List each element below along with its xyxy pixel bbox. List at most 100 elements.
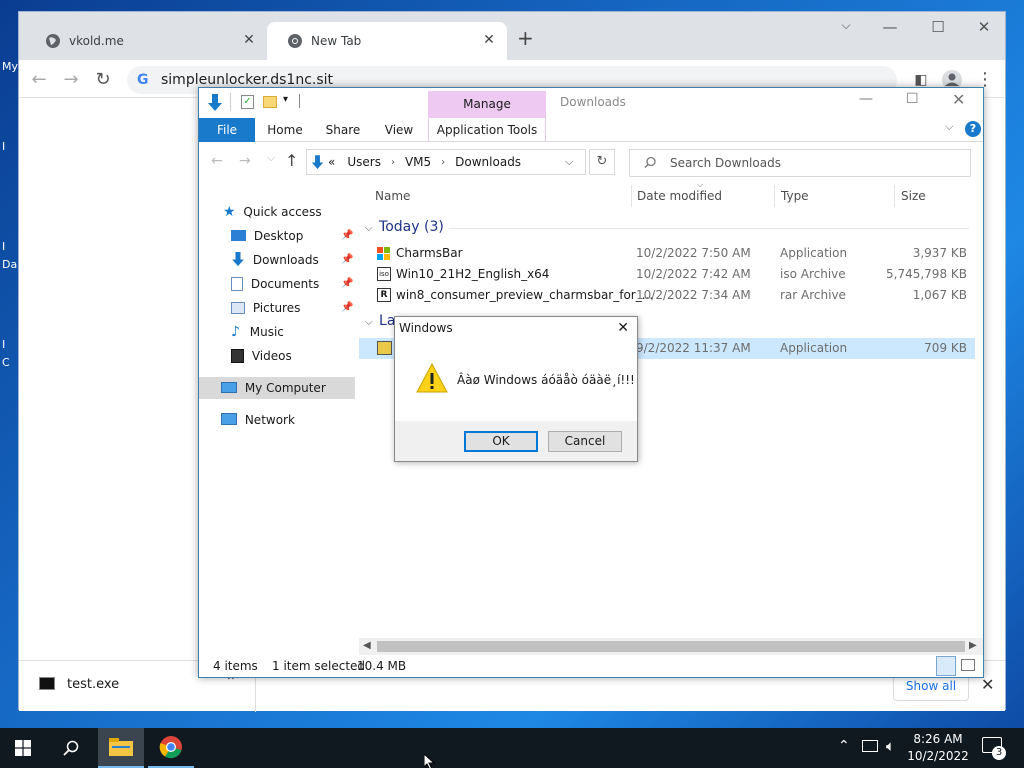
nav-label: Pictures bbox=[252, 301, 301, 315]
back-button[interactable]: ← bbox=[211, 153, 223, 169]
tab-new-tab[interactable]: New Tab ✕ bbox=[267, 22, 507, 60]
up-button[interactable]: ↑ bbox=[285, 151, 298, 170]
scroll-right-icon[interactable]: ▶ bbox=[969, 640, 977, 651]
large-icons-view-icon[interactable] bbox=[961, 659, 975, 671]
chevron-down-icon: ⌵ bbox=[365, 223, 373, 234]
chrome-taskbar-button[interactable] bbox=[148, 728, 194, 768]
nav-network[interactable]: Network bbox=[221, 409, 295, 431]
properties-icon[interactable]: ✓ bbox=[241, 95, 254, 109]
group-label: La bbox=[379, 313, 396, 329]
table-row[interactable]: CharmsBar 10/2/2022 7:50 AM Application … bbox=[359, 243, 975, 264]
customize-quick-access-icon[interactable]: ▾ bbox=[283, 94, 288, 105]
recent-locations-icon[interactable]: ⌵ bbox=[267, 151, 275, 165]
nav-downloads[interactable]: Downloads 📌 bbox=[231, 249, 361, 271]
nav-music[interactable]: ♪ Music bbox=[231, 321, 284, 343]
breadcrumb-vm5[interactable]: VM5 bbox=[405, 155, 431, 169]
new-tab-button[interactable]: + bbox=[517, 26, 534, 50]
nav-quick-access[interactable]: ★ Quick access bbox=[223, 201, 322, 223]
close-window-button[interactable]: ✕ bbox=[969, 18, 999, 36]
scrollbar-thumb[interactable] bbox=[377, 641, 965, 652]
new-folder-icon[interactable] bbox=[263, 96, 277, 108]
maximize-button[interactable]: ☐ bbox=[923, 18, 953, 36]
clock-time: 8:26 AM bbox=[913, 732, 963, 746]
tab-file[interactable]: File bbox=[199, 118, 255, 142]
tab-share[interactable]: Share bbox=[319, 118, 367, 142]
dialog-title-bar: Windows ✕ bbox=[395, 317, 637, 341]
breadcrumb-downloads[interactable]: Downloads bbox=[455, 155, 521, 169]
nav-label: Music bbox=[249, 325, 284, 339]
close-icon[interactable]: ✕ bbox=[617, 317, 629, 339]
start-button[interactable] bbox=[0, 728, 46, 768]
forward-button[interactable]: → bbox=[239, 153, 251, 169]
music-icon: ♪ bbox=[231, 324, 240, 340]
pin-icon[interactable]: 📌 bbox=[341, 297, 353, 319]
column-date-modified[interactable]: Date modified bbox=[637, 189, 722, 203]
file-type: Application bbox=[780, 341, 848, 355]
file-date: 10/2/2022 7:50 AM bbox=[636, 246, 751, 260]
scroll-left-icon[interactable]: ◀ bbox=[363, 640, 371, 651]
details-view-icon[interactable] bbox=[936, 656, 956, 676]
down-arrow-icon[interactable] bbox=[207, 94, 223, 112]
horizontal-scrollbar[interactable]: ◀ ▶ bbox=[359, 638, 983, 655]
desktop-label: I bbox=[2, 240, 6, 253]
nav-my-computer[interactable]: My Computer bbox=[199, 377, 355, 399]
breadcrumb-users[interactable]: Users bbox=[347, 155, 381, 169]
navigation-pane: ★ Quick access Desktop 📌 Downloads 📌 Doc… bbox=[199, 181, 359, 651]
exe-file-icon bbox=[39, 677, 55, 690]
rar-icon: R bbox=[377, 288, 391, 302]
google-icon: G bbox=[137, 72, 149, 88]
column-size[interactable]: Size bbox=[901, 189, 926, 203]
expand-ribbon-icon[interactable]: ⌵ bbox=[945, 120, 953, 134]
nav-videos[interactable]: Videos bbox=[231, 345, 292, 367]
desktop-label: C bbox=[2, 356, 10, 369]
close-tab-icon[interactable]: ✕ bbox=[241, 32, 257, 48]
selection-count: 1 item selected bbox=[272, 659, 366, 673]
minimize-button[interactable]: — bbox=[859, 91, 873, 107]
pin-icon[interactable]: 📌 bbox=[341, 273, 353, 295]
network-tray-icon[interactable] bbox=[862, 740, 878, 752]
download-filename[interactable]: test.exe bbox=[67, 677, 119, 692]
group-header-today[interactable]: ⌵ Today (3) bbox=[365, 219, 969, 235]
column-name[interactable]: Name bbox=[375, 189, 410, 203]
clock-date: 10/2/2022 bbox=[907, 749, 969, 763]
help-icon[interactable]: ? bbox=[965, 121, 981, 137]
chevron-up-icon[interactable]: ⌃ bbox=[838, 738, 850, 754]
nav-pictures[interactable]: Pictures 📌 bbox=[231, 297, 361, 319]
column-type[interactable]: Type bbox=[781, 189, 809, 203]
back-button[interactable]: ← bbox=[27, 68, 51, 92]
tab-view[interactable]: View bbox=[375, 118, 423, 142]
refresh-button[interactable]: ↻ bbox=[589, 149, 615, 175]
close-window-button[interactable]: ✕ bbox=[952, 90, 965, 109]
tab-application-tools[interactable]: Application Tools bbox=[428, 118, 546, 142]
file-size: 709 KB bbox=[924, 341, 967, 355]
chevron-down-icon[interactable]: ⌵ bbox=[565, 155, 573, 169]
tab-vkold[interactable]: vkold.me ✕ bbox=[25, 22, 267, 60]
cancel-button[interactable]: Cancel bbox=[548, 431, 622, 452]
close-tab-icon[interactable]: ✕ bbox=[481, 32, 497, 48]
breadcrumb-overflow[interactable]: « bbox=[328, 155, 335, 169]
minimize-button[interactable]: — bbox=[875, 18, 905, 36]
volume-icon[interactable]: 🔈︎ bbox=[886, 737, 895, 755]
breadcrumb[interactable]: « Users › VM5 › Downloads ⌵ bbox=[306, 149, 586, 175]
group-header-earlier[interactable]: ⌵ La bbox=[365, 313, 395, 329]
maximize-button[interactable]: ☐ bbox=[906, 91, 919, 107]
clock[interactable]: 8:26 AM 10/2/2022 bbox=[906, 731, 970, 765]
manage-contextual-tab[interactable]: Manage bbox=[428, 91, 546, 118]
divider bbox=[299, 94, 300, 108]
search-button[interactable] bbox=[48, 728, 94, 768]
forward-button[interactable]: → bbox=[59, 68, 83, 92]
nav-documents[interactable]: Documents 📌 bbox=[231, 273, 361, 295]
pin-icon[interactable]: 📌 bbox=[341, 225, 353, 247]
ok-button[interactable]: OK bbox=[464, 431, 538, 452]
tab-home[interactable]: Home bbox=[261, 118, 309, 142]
network-icon bbox=[221, 413, 237, 425]
pin-icon[interactable]: 📌 bbox=[341, 249, 353, 271]
file-explorer-taskbar-button[interactable] bbox=[98, 728, 144, 768]
table-row[interactable]: iso Win10_21H2_English_x64 10/2/2022 7:4… bbox=[359, 264, 975, 285]
table-row[interactable]: R win8_consumer_preview_charmsbar_for_..… bbox=[359, 285, 975, 306]
tab-search-icon[interactable]: ⌵ bbox=[831, 18, 861, 33]
chevron-right-icon: › bbox=[390, 156, 395, 168]
nav-desktop[interactable]: Desktop 📌 bbox=[231, 225, 361, 247]
reload-button[interactable]: ↻ bbox=[91, 68, 115, 92]
search-input[interactable]: Search Downloads bbox=[629, 149, 971, 177]
